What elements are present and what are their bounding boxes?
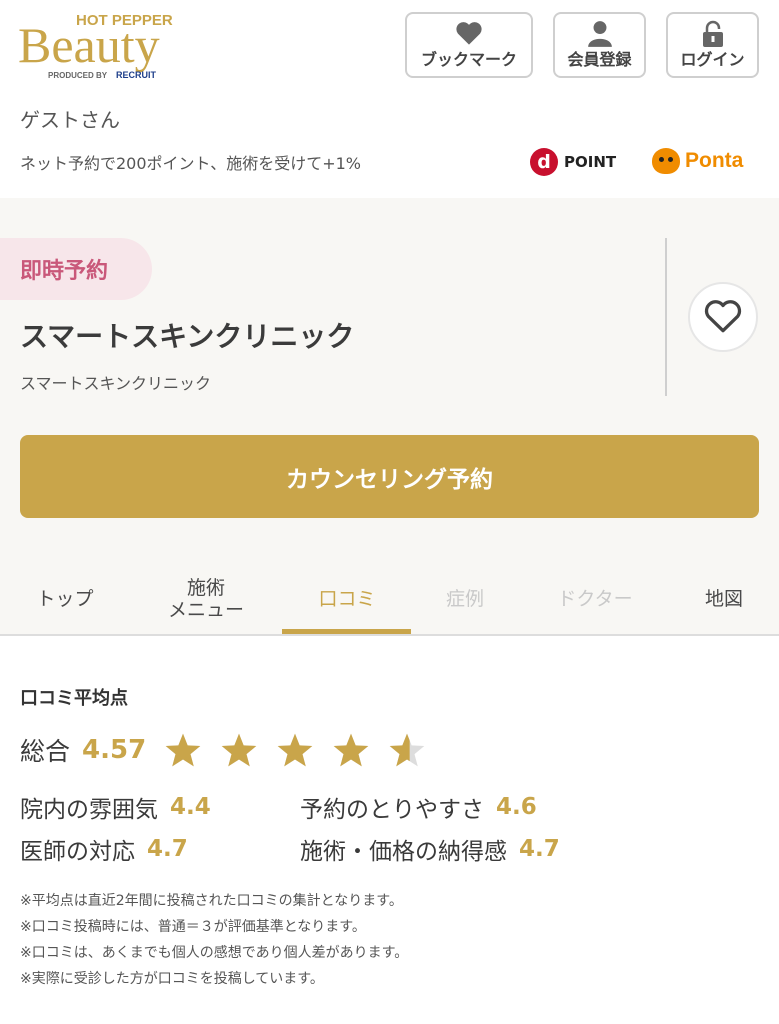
salon-name: スマートスキンクリニック [20, 320, 355, 353]
review-heading: 口コミ平均点 [20, 688, 128, 709]
lock-icon [701, 20, 725, 51]
tab-top[interactable]: トップ [0, 562, 130, 635]
favorite-button[interactable] [688, 282, 758, 352]
review-note: ※口コミ投稿時には、普通＝３が評価基準となります。 [20, 919, 366, 935]
tab-doctor: ドクター [557, 587, 633, 610]
divider [665, 238, 667, 396]
dpoint-label: POINT [564, 153, 617, 171]
logo-produced-by: PRODUCED BY [48, 71, 108, 80]
review-note: ※実際に受診した方が口コミを投稿しています。 [20, 971, 324, 987]
score-value-for-price: 施術・価格の納得感 4.7 [300, 832, 560, 866]
bookmark-button[interactable]: ブックマーク [405, 12, 533, 78]
score-value: 4.7 [147, 836, 188, 862]
user-icon [587, 20, 613, 51]
dpoint-icon: d [530, 148, 558, 176]
site-header: HOT PEPPER Beauty PRODUCED BY RECRUIT ブッ… [0, 0, 779, 90]
review-note: ※平均点は直近2年間に投稿された口コミの集計となります。 [20, 893, 403, 909]
review-summary: 口コミ平均点 総合 4.57 院内の雰囲気 4.4 予約のとりやすさ 4.6 医… [0, 636, 779, 1024]
score-value: 4.7 [519, 836, 560, 862]
points-text: ネット予約で200ポイント、施術を受けて+1% [20, 154, 362, 173]
dpoint-logo: d POINT [530, 148, 616, 176]
tab-menu[interactable]: 施術 メニュー [141, 562, 271, 635]
points-info: ネット予約で200ポイント、施術を受けて+1% d POINT Ponta [20, 148, 760, 180]
score-booking-ease: 予約のとりやすさ 4.6 [300, 790, 537, 824]
overall-rating: 総合 4.57 [20, 732, 444, 768]
review-notes: ※平均点は直近2年間に投稿された口コミの集計となります。 ※口コミ投稿時には、普… [20, 888, 408, 992]
review-note: ※口コミは、あくまでも個人の感想であり個人差があります。 [20, 945, 409, 961]
tab-cases: 症例 [445, 587, 484, 610]
ponta-icon [652, 148, 680, 174]
score-doctor: 医師の対応 4.7 [20, 832, 188, 866]
star-icon [277, 733, 313, 767]
logo-recruit: RECRUIT [116, 70, 157, 80]
score-value: 4.6 [496, 794, 537, 820]
score-label: 院内の雰囲気 [20, 797, 158, 823]
guest-name: ゲストさん [20, 108, 120, 132]
tab-bar: トップ 施術 メニュー 口コミ 症例 ドクター 地図 [0, 562, 779, 635]
score-value: 4.4 [170, 794, 211, 820]
star-icon [221, 733, 257, 767]
score-label: 医師の対応 [20, 839, 135, 865]
heart-icon [455, 20, 483, 49]
logo-main-text: Beauty [18, 17, 160, 73]
score-label: 予約のとりやすさ [300, 797, 484, 823]
register-button[interactable]: 会員登録 [553, 12, 646, 78]
overall-score: 4.57 [82, 735, 147, 765]
star-rating [164, 732, 444, 768]
ponta-label: Ponta [685, 149, 744, 172]
counseling-reservation-button[interactable]: カウンセリング予約 [20, 435, 759, 518]
star-icon [165, 733, 201, 767]
tab-map[interactable]: 地図 [659, 562, 779, 635]
hotpepper-beauty-logo[interactable]: HOT PEPPER Beauty PRODUCED BY RECRUIT [18, 10, 198, 82]
tab-reviews[interactable]: 口コミ [282, 562, 412, 635]
heart-outline-icon [703, 298, 743, 337]
overall-label: 総合 [20, 737, 71, 766]
login-button[interactable]: ログイン [666, 12, 759, 78]
score-label: 施術・価格の納得感 [300, 839, 507, 865]
star-icon [333, 733, 369, 767]
salon-sub-name: スマートスキンクリニック [20, 374, 212, 393]
tab-menu-label: 施術 メニュー [168, 577, 244, 621]
bookmark-label: ブックマーク [420, 52, 517, 69]
ponta-logo: Ponta [652, 148, 743, 174]
tab-menu-text: 施術 メニュー [167, 576, 244, 621]
salon-panel: 即時予約 スマートスキンクリニック スマートスキンクリニック カウンセリング予約… [0, 198, 779, 635]
instant-booking-badge: 即時予約 [0, 238, 152, 300]
score-atmosphere: 院内の雰囲気 4.4 [20, 790, 211, 824]
star-icon [389, 733, 425, 767]
